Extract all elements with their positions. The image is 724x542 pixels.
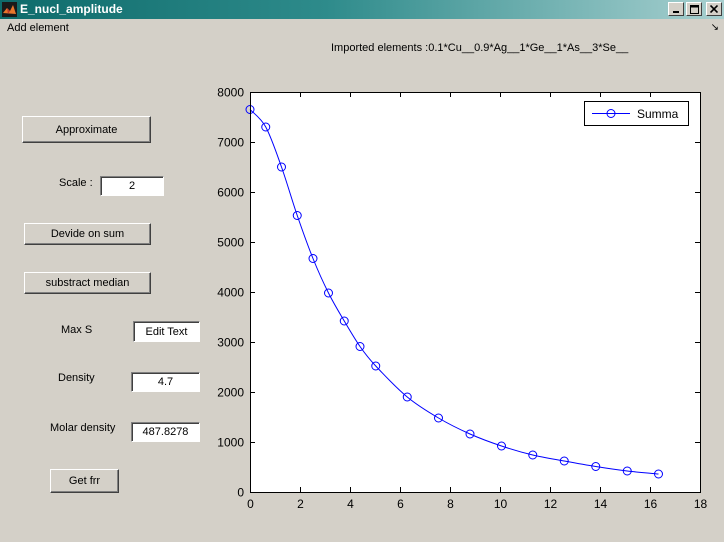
y-tick-label: 1000 <box>217 436 244 450</box>
y-tick-label: 4000 <box>217 286 244 300</box>
x-tick-label: 2 <box>297 497 304 511</box>
y-tick-label: 2000 <box>217 386 244 400</box>
x-tick-label: 14 <box>594 497 608 511</box>
y-tick-label: 5000 <box>217 236 244 250</box>
legend: Summa <box>584 101 689 126</box>
y-tick-label: 8000 <box>217 86 244 100</box>
x-tick-label: 12 <box>544 497 558 511</box>
x-tick-label: 8 <box>447 497 454 511</box>
y-tick-label: 7000 <box>217 136 244 150</box>
plot-area: 0 2 4 6 8 10 12 14 16 18 0 1000 2000 3000 4000 5000 6000… <box>217 86 708 512</box>
legend-label: Summa <box>637 107 679 121</box>
y-tick-label: 3000 <box>217 336 244 350</box>
x-tick-label: 10 <box>494 497 508 511</box>
x-tick-label: 0 <box>247 497 254 511</box>
x-tick-label: 6 <box>397 497 404 511</box>
y-tick-label: 6000 <box>217 186 244 200</box>
x-tick-label: 16 <box>644 497 658 511</box>
plot-background <box>250 92 700 492</box>
y-tick-label: 0 <box>237 486 244 500</box>
x-tick-label: 4 <box>347 497 354 511</box>
x-tick-label: 18 <box>694 497 708 511</box>
